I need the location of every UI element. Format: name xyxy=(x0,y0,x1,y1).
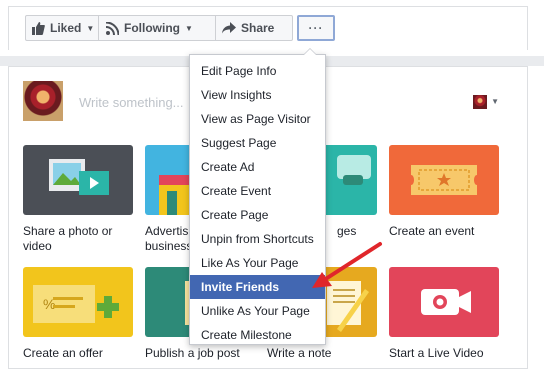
share-photo-tile[interactable] xyxy=(23,145,133,215)
menu-item-suggest-page[interactable]: Suggest Page xyxy=(190,131,325,155)
liked-button[interactable]: Liked ▼ xyxy=(25,15,99,41)
create-event-tile[interactable] xyxy=(389,145,499,215)
thumbs-up-icon xyxy=(32,21,45,35)
avatar xyxy=(23,81,63,121)
create-offer-tile[interactable]: % xyxy=(23,267,133,337)
menu-item-create-ad[interactable]: Create Ad xyxy=(190,155,325,179)
menu-item-view-as-page-visitor[interactable]: View as Page Visitor xyxy=(190,107,325,131)
live-video-tile[interactable] xyxy=(389,267,499,337)
menu-item-create-milestone[interactable]: Create Milestone xyxy=(190,323,325,347)
menu-item-view-insights[interactable]: View Insights xyxy=(190,83,325,107)
menu-item-edit-page-info[interactable]: Edit Page Info xyxy=(190,59,325,83)
offer-coupon-icon: % xyxy=(33,285,119,323)
tile-label: Share a photo or video xyxy=(23,224,113,253)
tile-label: Start a Live Video xyxy=(389,346,484,360)
menu-item-create-page[interactable]: Create Page xyxy=(190,203,325,227)
write-something-input[interactable]: Write something... xyxy=(79,95,184,110)
share-button[interactable]: Share xyxy=(215,15,293,41)
post-as-avatar[interactable] xyxy=(473,95,487,109)
menu-item-unlike-as-your-page[interactable]: Unlike As Your Page xyxy=(190,299,325,323)
tile-label: ges xyxy=(337,224,357,238)
live-camera-icon xyxy=(421,289,471,315)
share-label: Share xyxy=(241,21,275,35)
share-arrow-icon xyxy=(222,21,236,35)
ticket-icon xyxy=(411,165,477,195)
tile-label: Write a note xyxy=(267,346,332,360)
tile-label: Create an event xyxy=(389,224,475,238)
chevron-down-icon: ▼ xyxy=(86,23,95,33)
rss-icon xyxy=(105,21,119,35)
more-options-menu: Edit Page Info View Insights View as Pag… xyxy=(189,48,326,347)
following-label: Following xyxy=(124,21,180,35)
annotation-arrow-icon xyxy=(312,242,382,288)
page-action-bar: Liked ▼ Following ▼ Share ··· xyxy=(8,6,528,50)
following-button[interactable]: Following ▼ xyxy=(98,15,216,41)
tile-label: Publish a job post xyxy=(145,346,240,360)
more-options-button[interactable]: ··· xyxy=(297,15,335,41)
chevron-down-icon[interactable]: ▼ xyxy=(491,97,499,106)
menu-item-create-event[interactable]: Create Event xyxy=(190,179,325,203)
chevron-down-icon: ▼ xyxy=(185,23,193,33)
tile-label: Create an offer xyxy=(23,346,103,360)
liked-label: Liked xyxy=(50,21,82,35)
more-dots-icon: ··· xyxy=(308,21,324,35)
photo-video-icon xyxy=(49,159,109,195)
